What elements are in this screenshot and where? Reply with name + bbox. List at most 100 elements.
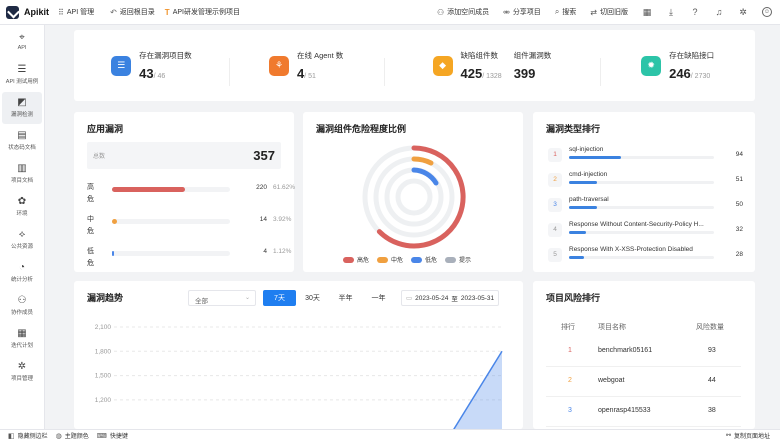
total-label: 总数	[93, 154, 106, 160]
stat-value: 425	[460, 66, 483, 81]
ring-chart	[362, 145, 466, 249]
stat-value: 399	[513, 66, 536, 81]
shortcuts-button[interactable]: ⌨ 快捷键	[97, 431, 128, 441]
severity-percent: 61.62%	[273, 184, 296, 191]
sidebar-item-label: 项目文档	[10, 178, 33, 184]
api-manage-link[interactable]: ⠿ API 管理	[58, 7, 94, 17]
sidebar-item-api[interactable]: ⌖ API	[2, 26, 42, 58]
legend-item-low[interactable]: 低危	[411, 255, 437, 264]
severity-count: 220	[256, 184, 267, 191]
trend-card: 漏洞趋势 全部 ⌄ 7天 30天 半年 一年 ▭ 2023-05-24 至 20…	[74, 281, 523, 429]
vuln-type-count: 50	[735, 201, 743, 208]
search-button[interactable]: ⌕ 搜索	[555, 7, 576, 17]
members-icon: ⚇	[17, 295, 27, 306]
share-button[interactable]: ⚮ 分享项目	[503, 7, 541, 17]
rank-bar-track	[569, 206, 714, 209]
legend-label: 低危	[425, 258, 438, 264]
theme-button[interactable]: ◍ 主题颜色	[56, 431, 89, 441]
table-row[interactable]: 1 benchmark05161 93	[546, 337, 741, 367]
apikit-logo-icon	[6, 5, 19, 19]
trend-area	[453, 351, 502, 429]
card-title: 应用漏洞	[87, 124, 124, 134]
sidebar-item-public-resources[interactable]: ⟡ 公共资源	[2, 224, 42, 256]
vuln-type-name: sql-injection	[569, 146, 604, 153]
total-value: 357	[253, 148, 275, 163]
share-label: 分享项目	[512, 9, 541, 16]
back-root-link[interactable]: ↶ 返回根目录	[110, 7, 155, 17]
sidebar-item-environment[interactable]: ✿ 环境	[2, 191, 42, 223]
risk-rank: 3	[568, 407, 572, 414]
severity-row-high: 高危 220 61.62%	[87, 182, 295, 203]
stat-total: / 51	[304, 73, 316, 80]
agent-icon: ⚘	[269, 55, 289, 76]
help-icon[interactable]: ?	[690, 7, 700, 17]
copy-url-button[interactable]: ⚯ 复制页面地址	[726, 431, 770, 440]
vuln-type-row[interactable]: 2 cmd-injection 51	[548, 171, 743, 195]
legend-item-high[interactable]: 高危	[343, 255, 369, 264]
stats-card: ☰ 存在漏洞项目数 43/ 46 ⚘ 在线 Agent 数 4/ 51 ◆ 缺陷…	[74, 30, 755, 101]
sidebar-item-label: 统计分析	[10, 277, 33, 283]
sidebar-item-vuln-scan[interactable]: ◩ 漏洞检测	[2, 92, 42, 124]
vuln-type-row[interactable]: 5 Response With X-XSS-Protection Disable…	[548, 246, 743, 270]
download-icon[interactable]: ⤓	[666, 7, 676, 18]
severity-row-medium: 中危 14 3.92%	[87, 214, 291, 235]
stat-label: 在线 Agent 数	[297, 51, 344, 60]
sidebar-item-status-codes[interactable]: ▤ 状态码文档	[2, 125, 42, 157]
add-member-button[interactable]: ⚇ 添加空间成员	[437, 7, 489, 17]
sidebar-item-iterations[interactable]: ▦ 迭代计划	[2, 323, 42, 355]
sidebar-item-statistics[interactable]: ◔ 统计分析	[2, 257, 42, 289]
calendar-icon: ▦	[17, 328, 27, 339]
doc-icon: ▥	[17, 163, 27, 174]
sidebar-item-label: API	[17, 45, 27, 51]
sidebar-item-project-manage[interactable]: ✲ 项目管理	[2, 356, 42, 388]
document-icon: ☰	[111, 55, 132, 76]
avatar-icon[interactable]: ☺	[762, 7, 772, 17]
severity-bar-track	[112, 187, 230, 192]
rank-bar-fill	[569, 206, 597, 209]
severity-bar-fill	[112, 219, 117, 224]
risk-count: 38	[708, 407, 716, 414]
bell-icon[interactable]: ♫	[714, 7, 724, 17]
severity-bar-track	[112, 219, 230, 224]
vuln-type-row[interactable]: 1 sql-injection 94	[548, 146, 743, 170]
sidebar-item-members[interactable]: ⚇ 协作成员	[2, 290, 42, 322]
legend-swatch	[377, 257, 389, 263]
vuln-type-row[interactable]: 3 path-traversal 50	[548, 196, 743, 220]
header-project-name: 项目名称	[598, 324, 626, 331]
switch-old-button[interactable]: ⇄ 切回旧版	[590, 7, 628, 17]
copy-url-label: 复制页面地址	[733, 434, 770, 440]
code-doc-icon: ▤	[17, 130, 27, 141]
vuln-type-name: Response With X-XSS-Protection Disabled	[569, 246, 693, 253]
legend-item-medium[interactable]: 中危	[377, 255, 403, 264]
test-case-icon: ☰	[17, 64, 27, 75]
back-root-label: 返回根目录	[119, 9, 155, 16]
ring-arc-medium	[411, 156, 434, 166]
table-row[interactable]: 2 webgoat 44	[546, 367, 741, 397]
switch-icon: ⇄	[590, 7, 597, 17]
hide-sidebar-label: 隐藏侧边栏	[17, 434, 48, 440]
hide-sidebar-button[interactable]: ◧ 隐藏侧边栏	[8, 431, 48, 441]
project-badge: T	[164, 7, 170, 17]
legend-item-info[interactable]: 提示	[445, 255, 471, 264]
severity-count: 4	[263, 248, 267, 255]
risk-card: 项目风险排行 排行 项目名称 风险数量 1 benchmark05161 93 …	[533, 281, 755, 429]
sidebar-toggle-icon: ◧	[8, 432, 15, 440]
gear-icon[interactable]: ✲	[738, 7, 748, 18]
calendar-icon[interactable]: ▦	[642, 7, 652, 18]
sidebar-item-project-docs[interactable]: ▥ 项目文档	[2, 158, 42, 190]
app-logo[interactable]: Apikit	[0, 5, 52, 19]
legend-label: 高危	[357, 258, 370, 264]
vuln-type-card: 漏洞类型排行 1 sql-injection 94 2 cmd-injectio…	[533, 112, 755, 272]
project-switcher[interactable]: T API研发管理示例项目	[165, 7, 240, 17]
vuln-type-row[interactable]: 4 Response Without Content-Security-Poli…	[548, 221, 743, 245]
legend-swatch	[411, 257, 423, 263]
stat-vuln-projects: ☰ 存在漏洞项目数 43/ 46	[74, 50, 229, 81]
sidebar-item-test-cases[interactable]: ☰ API 测试用例	[2, 59, 42, 91]
risk-project-name: webgoat	[598, 377, 625, 384]
rank-index: 1	[548, 148, 562, 162]
stat-total: / 2730	[690, 73, 711, 80]
rank-index: 5	[548, 248, 562, 262]
table-row[interactable]: 3 openrasp415533 38	[546, 397, 741, 427]
vuln-type-count: 28	[735, 251, 743, 258]
sidebar: ⌖ API ☰ API 测试用例 ◩ 漏洞检测 ▤ 状态码文档 ▥ 项目文档 ✿…	[0, 25, 45, 429]
